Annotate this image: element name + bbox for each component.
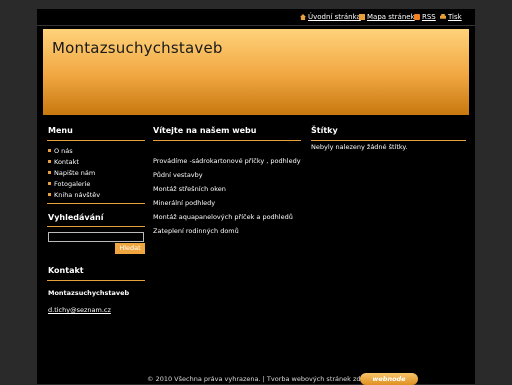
contact-email-link[interactable]: d.tichy@seznam.cz [48, 306, 111, 314]
main-divider [153, 140, 301, 141]
sidebar-item-fotogalerie[interactable]: Fotogalerie [48, 180, 90, 188]
rss-link-label: RSS [422, 13, 436, 21]
sidebar-item-label: O nás [54, 147, 73, 155]
sidebar-item-label: Napište nám [54, 169, 96, 177]
page-title: Vítejte na našem webu [153, 126, 257, 135]
footer-text: © 2010 Všechna práva vyhrazena. | Tvorba… [147, 375, 378, 383]
contact-heading: Kontakt [48, 266, 84, 275]
service-item: Montáž aquapanelových příček a podhledů [153, 213, 293, 221]
site-title[interactable]: Montazsuchychstaveb [52, 39, 223, 57]
sidebar-item-kniha-navstev[interactable]: Kniha návštěv [48, 191, 100, 199]
tags-divider [311, 140, 466, 141]
tags-empty-text: Nebyly nalezeny žádné štítky. [311, 143, 408, 151]
home-icon [300, 14, 306, 20]
home-link-label: Úvodní stránka [308, 13, 361, 21]
sidebar-item-label: Kniha návštěv [54, 191, 101, 199]
rss-icon [414, 14, 420, 20]
home-link[interactable]: Úvodní stránka [300, 13, 361, 21]
sitemap-link-label: Mapa stránek [367, 13, 415, 21]
service-item: Minerální podhledy [153, 199, 216, 207]
sidebar-item-o-nas[interactable]: O nás [48, 147, 73, 155]
menu-bottom-divider [47, 203, 145, 204]
top-links-bar: Úvodní stránka Mapa stránek RSS Tisk [37, 9, 475, 26]
search-input[interactable] [48, 232, 144, 242]
sidebar-item-label: Kontakt [54, 158, 79, 166]
search-divider [47, 226, 145, 227]
bullet-icon [48, 160, 51, 163]
service-item: Provádíme -sádrokartonové příčky , podhl… [153, 157, 301, 165]
sidebar-item-kontakt[interactable]: Kontakt [48, 158, 79, 166]
sitemap-link[interactable]: Mapa stránek [359, 13, 415, 21]
service-item: Půdní vestavby [153, 171, 203, 179]
sitemap-icon [359, 14, 365, 20]
contact-divider [47, 280, 145, 281]
print-icon [440, 14, 446, 19]
bullet-icon [48, 149, 51, 152]
tags-heading: Štítky [311, 126, 338, 135]
bullet-icon [48, 193, 51, 196]
site-header: Montazsuchychstaveb [43, 29, 469, 115]
page-container: Úvodní stránka Mapa stránek RSS Tisk Mon… [37, 9, 475, 385]
sidebar-item-label: Fotogalerie [54, 180, 91, 188]
webnode-badge[interactable]: webnode [360, 373, 418, 385]
sidebar-item-napiste-nam[interactable]: Napište nám [48, 169, 95, 177]
service-item: Montáž střešních oken [153, 185, 226, 193]
print-link[interactable]: Tisk [440, 13, 462, 21]
print-link-label: Tisk [448, 13, 462, 21]
bullet-icon [48, 171, 51, 174]
service-item: Zateplení rodinných domů [153, 227, 239, 235]
menu-heading: Menu [48, 126, 73, 135]
rss-link[interactable]: RSS [414, 13, 436, 21]
bullet-icon [48, 182, 51, 185]
contact-name: Montazsuchychstaveb [48, 289, 130, 297]
menu-divider [47, 140, 145, 141]
search-button[interactable]: Hledat [115, 243, 145, 254]
search-heading: Vyhledávání [48, 213, 104, 222]
